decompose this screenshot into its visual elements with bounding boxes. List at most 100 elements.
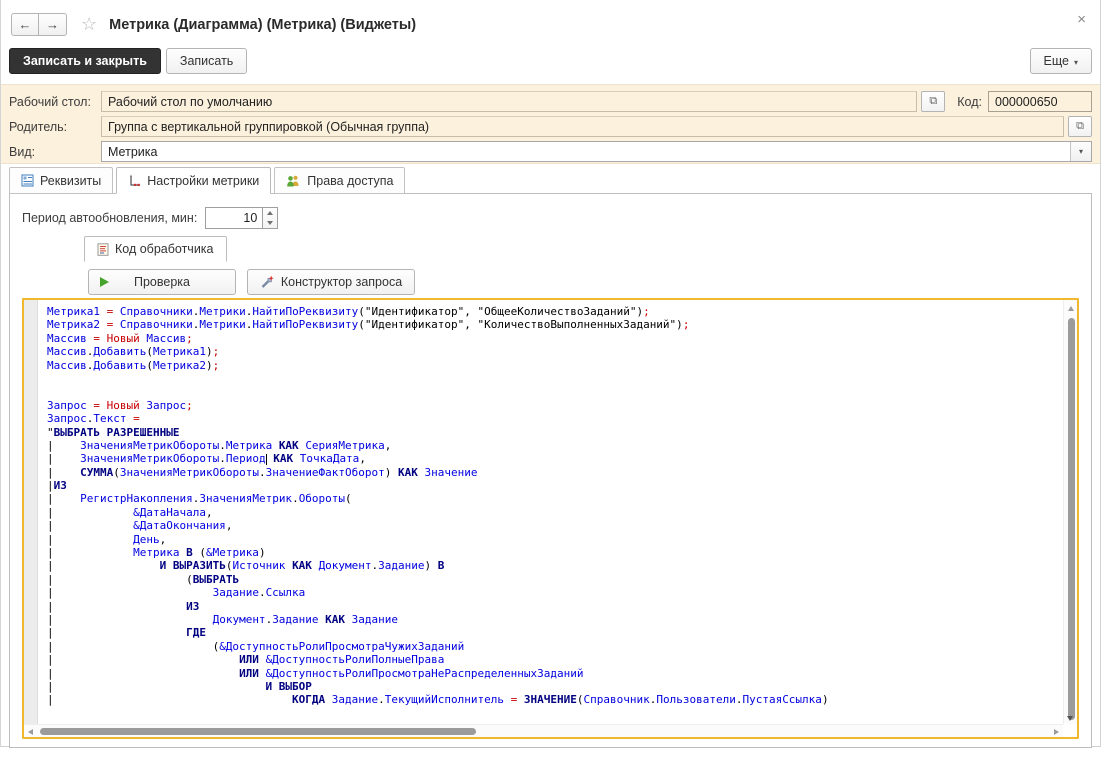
open-picker-icon: ⧉ [1076, 120, 1084, 133]
parent-label: Родитель: [9, 120, 101, 134]
code-line: | РегистрНакопления.ЗначенияМетрик.Оборо… [47, 492, 1063, 505]
code-line: Массив.Добавить(Метрика1); [47, 345, 1063, 358]
scroll-left-icon[interactable] [28, 729, 33, 735]
open-picker-icon: ⧉ [929, 95, 937, 108]
refresh-period-input[interactable] [205, 207, 263, 229]
horizontal-scrollbar[interactable] [24, 724, 1063, 737]
query-builder-label: Конструктор запроса [281, 275, 402, 289]
code-line: Метрика1 = Справочники.Метрики.НайтиПоРе… [47, 305, 1063, 318]
code-line: | ИЗ [47, 600, 1063, 613]
metric-settings-panel: Период автообновления, мин: Код обработч… [9, 193, 1092, 748]
code-line: Запрос.Текст = [47, 412, 1063, 425]
code-line: | Задание.Ссылка [47, 586, 1063, 599]
refresh-period-label: Период автообновления, мин: [22, 211, 197, 225]
code-line: Метрика2 = Справочники.Метрики.НайтиПоРе… [47, 318, 1063, 331]
code-line: "ВЫБРАТЬ РАЗРЕШЕННЫЕ [47, 426, 1063, 439]
scroll-down-icon[interactable] [1067, 716, 1073, 721]
scroll-up-icon[interactable] [1068, 306, 1074, 311]
code-line: | &ДатаНачала, [47, 506, 1063, 519]
forward-button[interactable]: → [39, 13, 67, 36]
tab-label: Права доступа [307, 174, 393, 188]
code-label: Код: [957, 95, 982, 109]
code-line: |ИЗ [47, 479, 1063, 492]
favorite-star-icon[interactable]: ☆ [81, 14, 97, 35]
code-editor[interactable]: Метрика1 = Справочники.Метрики.НайтиПоРе… [22, 298, 1079, 739]
forward-icon: → [46, 17, 59, 32]
step-up-icon[interactable] [263, 208, 277, 218]
back-icon: ← [19, 17, 32, 32]
code-line: | И ВЫРАЗИТЬ(Источник КАК Документ.Задан… [47, 559, 1063, 572]
code-line [47, 372, 1063, 385]
tab-label: Код обработчика [115, 242, 214, 256]
nav-buttons: ← → [11, 13, 67, 36]
code-document-icon [97, 243, 109, 256]
more-button[interactable]: Еще ▾ [1030, 48, 1092, 74]
scroll-right-icon[interactable] [1054, 729, 1059, 735]
save-button[interactable]: Записать [166, 48, 247, 74]
handler-tabs: Код обработчика [84, 236, 1079, 261]
code-line: | ГДЕ [47, 626, 1063, 639]
vertical-scroll-thumb[interactable] [1068, 318, 1075, 720]
code-line: Запрос = Новый Запрос; [47, 399, 1063, 412]
code-line: Массив = Новый Массив; [47, 332, 1063, 345]
tab-label: Настройки метрики [147, 174, 259, 188]
tab-metric-settings[interactable]: Настройки метрики [116, 167, 271, 194]
code-line: | СУММА(ЗначенияМетрикОбороты.ЗначениеФа… [47, 466, 1063, 479]
code-field[interactable]: 000000650 [988, 91, 1092, 112]
code-line: | ЗначенияМетрикОбороты.Метрика КАК Сери… [47, 439, 1063, 452]
query-wizard-icon [260, 275, 274, 289]
editor-gutter [24, 300, 38, 724]
command-bar: Записать и закрыть Записать Еще ▾ [1, 46, 1100, 84]
parent-row: Родитель: Группа с вертикальной группиро… [9, 116, 1092, 137]
save-and-close-button[interactable]: Записать и закрыть [9, 48, 161, 74]
window-title: Метрика (Диаграмма) (Метрика) (Виджеты) [109, 17, 416, 33]
code-line: | ИЛИ &ДоступностьРолиПросмотраНеРаспред… [47, 667, 1063, 680]
kind-field[interactable]: Метрика ▾ [101, 141, 1092, 162]
code-line: | ИЛИ &ДоступностьРолиПолныеПрава [47, 653, 1063, 666]
form-icon [21, 174, 34, 187]
desktop-picker-button[interactable]: ⧉ [921, 91, 945, 112]
titlebar: ← → ☆ Метрика (Диаграмма) (Метрика) (Вид… [1, 0, 1100, 46]
code-line: | ЗначенияМетрикОбороты.Период КАК Точка… [47, 452, 1063, 465]
chevron-down-icon: ▾ [1074, 58, 1078, 67]
chevron-down-icon: ▾ [1079, 147, 1083, 156]
kind-value: Метрика [108, 145, 157, 159]
tab-handler-code[interactable]: Код обработчика [84, 236, 227, 262]
check-label: Проверка [134, 275, 190, 289]
back-button[interactable]: ← [11, 13, 39, 36]
play-icon [100, 277, 109, 287]
code-line: | Метрика В (&Метрика) [47, 546, 1063, 559]
kind-label: Вид: [9, 145, 101, 159]
code-line: | КОГДА Задание.ТекущийИсполнитель = ЗНА… [47, 693, 1063, 706]
parent-field[interactable]: Группа с вертикальной группировкой (Обыч… [101, 116, 1064, 137]
desktop-field[interactable]: Рабочий стол по умолчанию [101, 91, 917, 112]
main-tabs: Реквизиты Настройки метрики Права доступ… [9, 167, 1092, 193]
parent-picker-button[interactable]: ⧉ [1068, 116, 1092, 137]
code-line: | (&ДоступностьРолиПросмотраЧужихЗаданий [47, 640, 1063, 653]
axes-icon [128, 174, 141, 187]
tab-access-rights[interactable]: Права доступа [274, 167, 405, 194]
code-line: | И ВЫБОР [47, 680, 1063, 693]
close-icon[interactable]: × [1077, 12, 1086, 27]
code-line: | (ВЫБРАТЬ [47, 573, 1063, 586]
step-down-icon[interactable] [263, 218, 277, 228]
tab-requisites[interactable]: Реквизиты [9, 167, 113, 194]
horizontal-scroll-thumb[interactable] [40, 728, 476, 735]
code-lines[interactable]: Метрика1 = Справочники.Метрики.НайтиПоРе… [39, 300, 1063, 724]
more-label: Еще [1044, 54, 1069, 68]
kind-row: Вид: Метрика ▾ [9, 141, 1092, 162]
query-builder-button[interactable]: Конструктор запроса [247, 269, 415, 295]
users-icon [286, 174, 301, 187]
tab-label: Реквизиты [40, 174, 101, 188]
code-line [47, 385, 1063, 398]
check-button[interactable]: Проверка [88, 269, 236, 295]
code-line: | Документ.Задание КАК Задание [47, 613, 1063, 626]
form-fields-area: Рабочий стол: Рабочий стол по умолчанию … [1, 84, 1100, 164]
form-window: ← → ☆ Метрика (Диаграмма) (Метрика) (Вид… [0, 0, 1101, 747]
code-line: | День, [47, 533, 1063, 546]
refresh-period-stepper[interactable] [263, 207, 278, 229]
desktop-label: Рабочий стол: [9, 95, 101, 109]
desktop-row: Рабочий стол: Рабочий стол по умолчанию … [9, 91, 1092, 112]
kind-dropdown-button[interactable]: ▾ [1070, 142, 1091, 161]
vertical-scrollbar[interactable] [1063, 300, 1077, 724]
